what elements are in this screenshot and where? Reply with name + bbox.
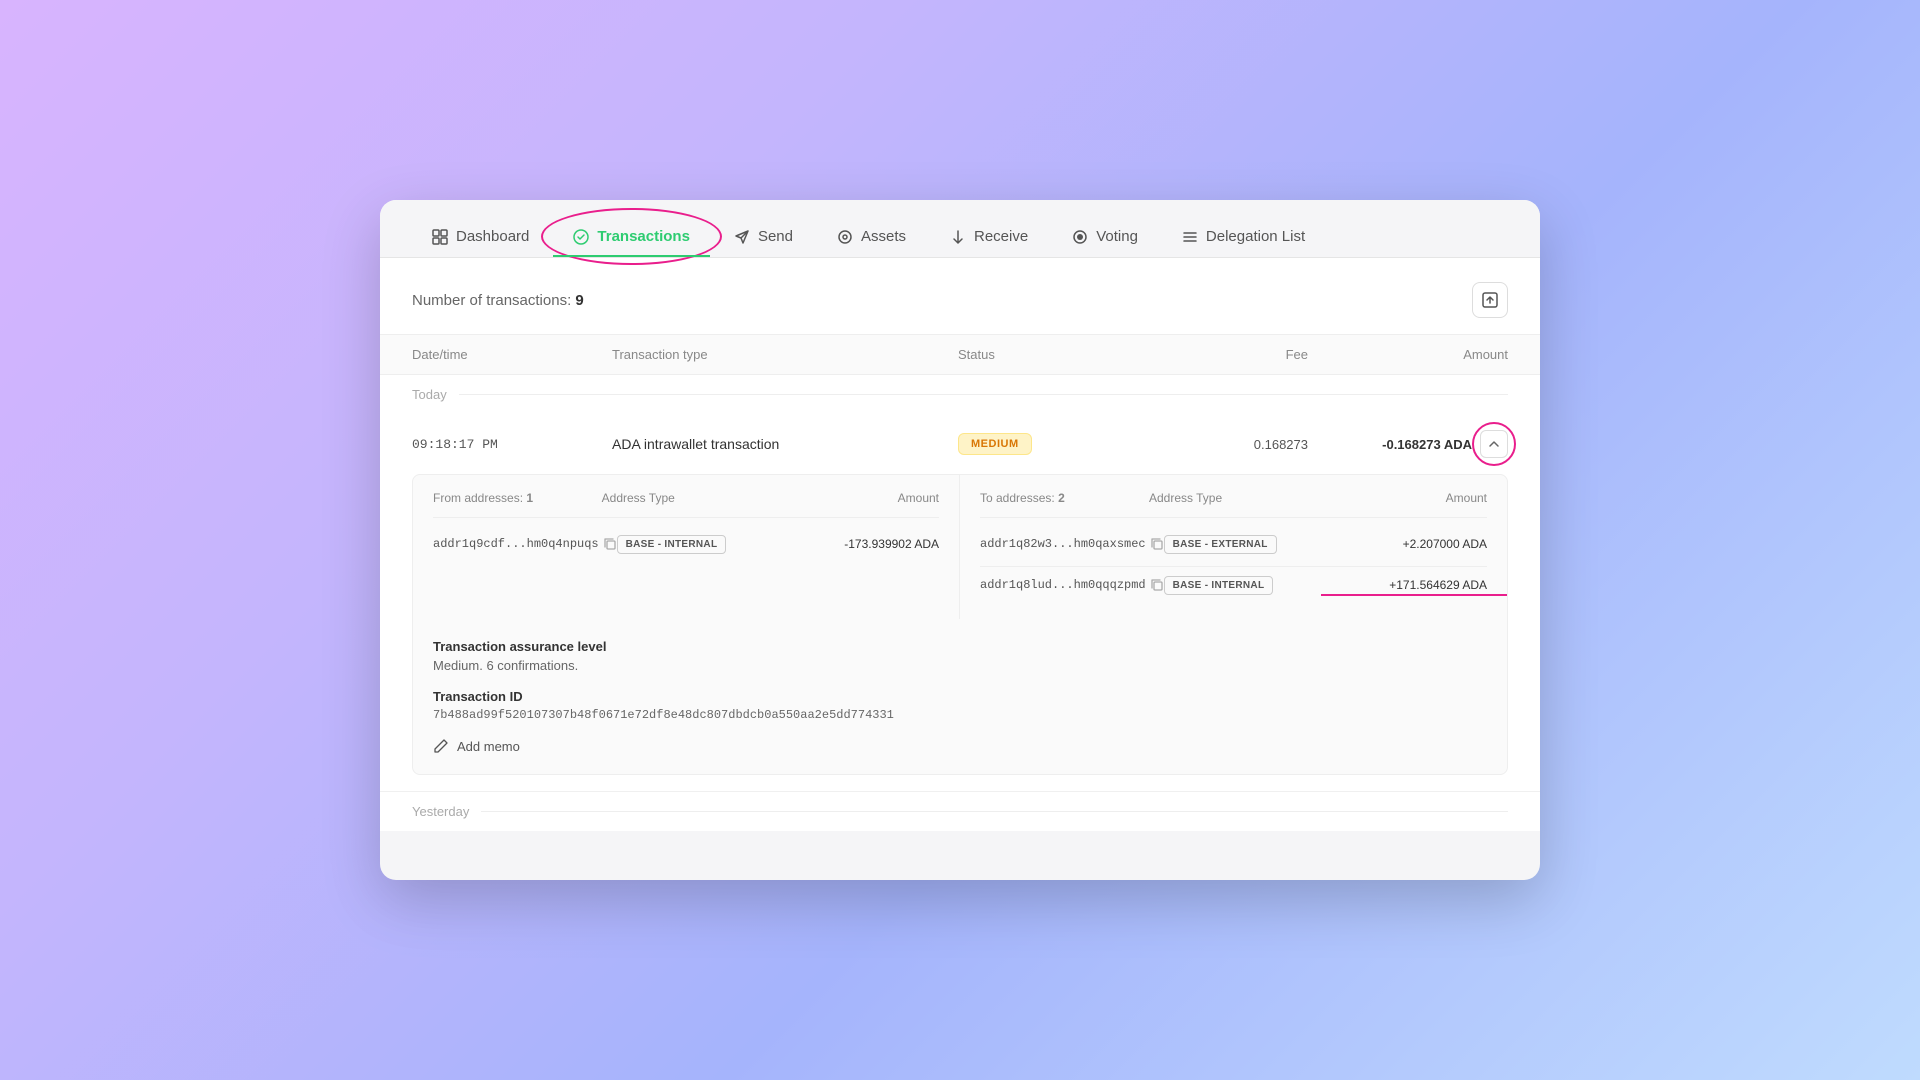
to-addresses-title: To addresses: 2: [980, 491, 1149, 505]
to-address-1: addr1q82w3...hm0qaxsmec: [980, 537, 1164, 551]
to-address-amount-2: +171.564629 ADA: [1325, 578, 1487, 592]
table-header: Date/time Transaction type Status Fee Am…: [380, 335, 1540, 375]
section-yesterday: Yesterday: [380, 792, 1540, 831]
to-copy-button-1[interactable]: [1150, 537, 1164, 551]
section-today: Today: [380, 375, 1540, 414]
nav-receive[interactable]: Receive: [930, 216, 1048, 257]
export-button[interactable]: [1472, 282, 1508, 318]
add-memo-button[interactable]: Add memo: [433, 738, 520, 754]
nav-send-label: Send: [758, 228, 793, 245]
dashboard-icon: [432, 229, 448, 245]
nav-transactions[interactable]: Transactions: [553, 216, 710, 257]
memo-icon: [433, 738, 449, 754]
tx-type: ADA intrawallet transaction: [612, 436, 958, 452]
nav-bar: Dashboard Transactions Send: [380, 200, 1540, 258]
from-addresses-col: From addresses: 1 Address Type Amount ad…: [413, 475, 960, 619]
transactions-icon: [573, 229, 589, 245]
to-amount-header: Amount: [1318, 491, 1487, 505]
from-address-row: addr1q9cdf...hm0q4npuqs BASE - INTERNAL: [433, 526, 939, 562]
to-col-header: To addresses: 2 Address Type Amount: [980, 491, 1487, 518]
transaction-details: From addresses: 1 Address Type Amount ad…: [412, 474, 1508, 775]
to-address-row-1: addr1q82w3...hm0qaxsmec BASE - EXTERNAL: [980, 526, 1487, 562]
nav-delegation[interactable]: Delegation List: [1162, 216, 1325, 257]
main-content: Number of transactions: 9 Date/time Tran…: [380, 258, 1540, 831]
receive-icon: [950, 229, 966, 245]
col-fee: Fee: [1158, 347, 1308, 362]
to-address-row-2: addr1q8lud...hm0qqqzpmd BASE - INTERNAL: [980, 566, 1487, 603]
nav-voting-label: Voting: [1096, 228, 1138, 245]
nav-assets[interactable]: Assets: [817, 216, 926, 257]
from-amount-header: Amount: [770, 491, 939, 505]
to-address-badge-1: BASE - EXTERNAL: [1164, 534, 1326, 554]
to-address-type-header: Address Type: [1149, 491, 1318, 505]
col-status: Status: [958, 347, 1158, 362]
to-address-amount-1: +2.207000 ADA: [1325, 537, 1487, 551]
from-address-badge: BASE - INTERNAL: [617, 534, 778, 554]
assurance-label: Transaction assurance level: [433, 639, 1487, 654]
nav-send[interactable]: Send: [714, 216, 813, 257]
voting-icon: [1072, 229, 1088, 245]
details-header: From addresses: 1 Address Type Amount ad…: [413, 475, 1507, 619]
from-copy-button[interactable]: [603, 537, 617, 551]
nav-assets-label: Assets: [861, 228, 906, 245]
nav-transactions-label: Transactions: [597, 228, 690, 245]
col-datetime: Date/time: [412, 347, 612, 362]
transaction-footer: Transaction assurance level Medium. 6 co…: [413, 619, 1507, 774]
nav-receive-label: Receive: [974, 228, 1028, 245]
collapse-btn-wrapper: [1480, 430, 1508, 458]
transactions-header: Number of transactions: 9: [380, 258, 1540, 335]
from-address-type-header: Address Type: [602, 491, 771, 505]
tx-id-value: 7b488ad99f520107307b48f0671e72df8e48dc80…: [433, 708, 1487, 722]
tx-time: 09:18:17 PM: [412, 437, 612, 452]
assurance-value: Medium. 6 confirmations.: [433, 658, 1487, 673]
from-address-amount: -173.939902 ADA: [778, 537, 939, 551]
nav-dashboard[interactable]: Dashboard: [412, 216, 549, 257]
col-amount: Amount: [1308, 347, 1508, 362]
nav-voting[interactable]: Voting: [1052, 216, 1158, 257]
delegation-icon: [1182, 229, 1198, 245]
col-type: Transaction type: [612, 347, 958, 362]
to-addresses-col: To addresses: 2 Address Type Amount addr…: [960, 475, 1507, 619]
transactions-count: Number of transactions: 9: [412, 292, 584, 309]
to-copy-button-2[interactable]: [1150, 578, 1164, 592]
transaction-row: 09:18:17 PM ADA intrawallet transaction …: [380, 414, 1540, 792]
transaction-main: 09:18:17 PM ADA intrawallet transaction …: [412, 430, 1508, 458]
send-icon: [734, 229, 750, 245]
app-window: Dashboard Transactions Send: [380, 200, 1540, 880]
add-memo-label: Add memo: [457, 739, 520, 754]
from-addresses-title: From addresses: 1: [433, 491, 602, 505]
nav-dashboard-label: Dashboard: [456, 228, 529, 245]
tx-amount: -0.168273 ADA: [1308, 430, 1508, 458]
tx-fee: 0.168273: [1158, 437, 1308, 452]
assets-icon: [837, 229, 853, 245]
tx-status: MEDIUM: [958, 433, 1158, 455]
status-badge-medium: MEDIUM: [958, 433, 1032, 455]
tx-id-label: Transaction ID: [433, 689, 1487, 704]
from-address: addr1q9cdf...hm0q4npuqs: [433, 537, 617, 551]
from-col-header: From addresses: 1 Address Type Amount: [433, 491, 939, 518]
collapse-button[interactable]: [1480, 430, 1508, 458]
nav-delegation-label: Delegation List: [1206, 228, 1305, 245]
to-address-badge-2: BASE - INTERNAL: [1164, 575, 1326, 595]
to-address-2: addr1q8lud...hm0qqqzpmd: [980, 578, 1164, 592]
